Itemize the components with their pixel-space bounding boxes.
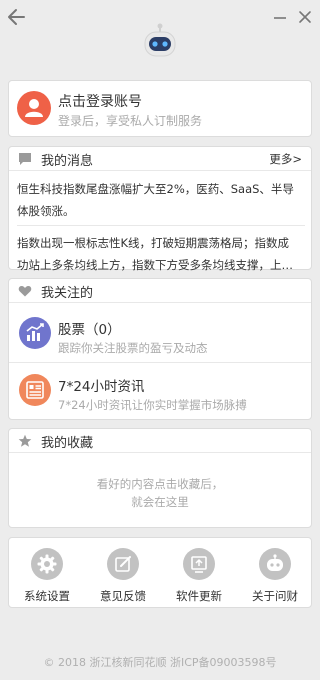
feedback-button[interactable]: 意见反馈 [91, 548, 155, 604]
messages-title: 我的消息 [41, 154, 94, 169]
login-subtitle: 登录后，享受私人订制服务 [58, 114, 203, 128]
favorites-title: 我的收藏 [41, 436, 94, 451]
follow-item-subtitle: 7*24小时资讯让你实时掌握市场脉搏 [58, 398, 247, 412]
follow-item-title: 7*24小时资讯 [58, 379, 145, 395]
footer-copyright: © 2018 浙江核新同花顺 浙ICP备09003598号 [43, 656, 277, 669]
messages-header: 我的消息 更多> [9, 147, 311, 171]
edit-icon [107, 548, 139, 580]
login-title[interactable]: 点击登录账号 [58, 91, 142, 111]
message-line: 功站上多条均线上方，指数下方受多条均线支撑，上… [17, 258, 293, 272]
follow-card: 我关注的 股票（0） 跟踪你关注股票的盈亏及动态 7*24小时资讯 7*24小时… [8, 278, 312, 420]
login-card[interactable]: 点击登录账号 登录后，享受私人订制服务 [8, 80, 312, 137]
messages-card: 我的消息 更多> 恒生科技指数尾盘涨幅扩大至2%，医药、SaaS、半导 体股领涨… [8, 146, 312, 272]
stock-chart-icon [19, 317, 51, 349]
update-icon [183, 548, 215, 580]
empty-line: 就会在这里 [131, 495, 189, 509]
gear-icon [31, 548, 63, 580]
empty-line: 看好的内容点击收藏后， [96, 477, 224, 491]
follow-item-subtitle: 跟踪你关注股票的盈亏及动态 [58, 341, 208, 355]
follow-item-title: 股票（0） [58, 322, 121, 338]
about-button[interactable]: 关于问财 [243, 548, 307, 604]
message-icon [19, 153, 31, 165]
message-line: 体股领涨。 [17, 204, 75, 218]
heart-icon [18, 286, 32, 297]
arrow-left-icon[interactable] [6, 6, 28, 28]
robot-icon [259, 548, 291, 580]
tool-label: 软件更新 [176, 589, 222, 603]
close-icon[interactable] [296, 8, 314, 26]
minimize-icon[interactable] [272, 10, 288, 26]
message-line: 指数出现一根标志性K线，打破短期震荡格局；指数成 [17, 236, 290, 250]
tool-label: 关于问财 [252, 589, 298, 603]
messages-more-link[interactable]: 更多> [269, 151, 302, 167]
follow-title: 我关注的 [41, 286, 94, 301]
favorites-header: 我的收藏 [9, 429, 311, 453]
star-icon [18, 434, 32, 447]
favorites-empty-text: 看好的内容点击收藏后， 就会在这里 [9, 475, 311, 511]
news-icon [19, 374, 51, 406]
tool-label: 意见反馈 [100, 589, 146, 603]
robot-icon [144, 23, 176, 57]
user-icon [25, 99, 43, 117]
favorites-card: 我的收藏 看好的内容点击收藏后， 就会在这里 [8, 428, 312, 528]
update-button[interactable]: 软件更新 [167, 548, 231, 604]
settings-button[interactable]: 系统设置 [15, 548, 79, 604]
message-item[interactable]: 指数出现一根标志性K线，打破短期震荡格局；指数成 功站上多条均线上方，指数下方受… [17, 232, 305, 276]
message-line: 恒生科技指数尾盘涨幅扩大至2%，医药、SaaS、半导 [17, 182, 294, 196]
divider [17, 225, 305, 226]
tool-label: 系统设置 [24, 589, 70, 603]
avatar[interactable] [17, 91, 51, 125]
tools-card: 系统设置 意见反馈 软件更新 关于问财 [8, 537, 312, 608]
title-bar [0, 0, 320, 74]
follow-item-stocks[interactable]: 股票（0） 跟踪你关注股票的盈亏及动态 [9, 306, 311, 362]
follow-header: 我关注的 [9, 279, 311, 303]
follow-item-news[interactable]: 7*24小时资讯 7*24小时资讯让你实时掌握市场脉搏 [9, 362, 311, 418]
message-item[interactable]: 恒生科技指数尾盘涨幅扩大至2%，医药、SaaS、半导 体股领涨。 [17, 178, 305, 222]
